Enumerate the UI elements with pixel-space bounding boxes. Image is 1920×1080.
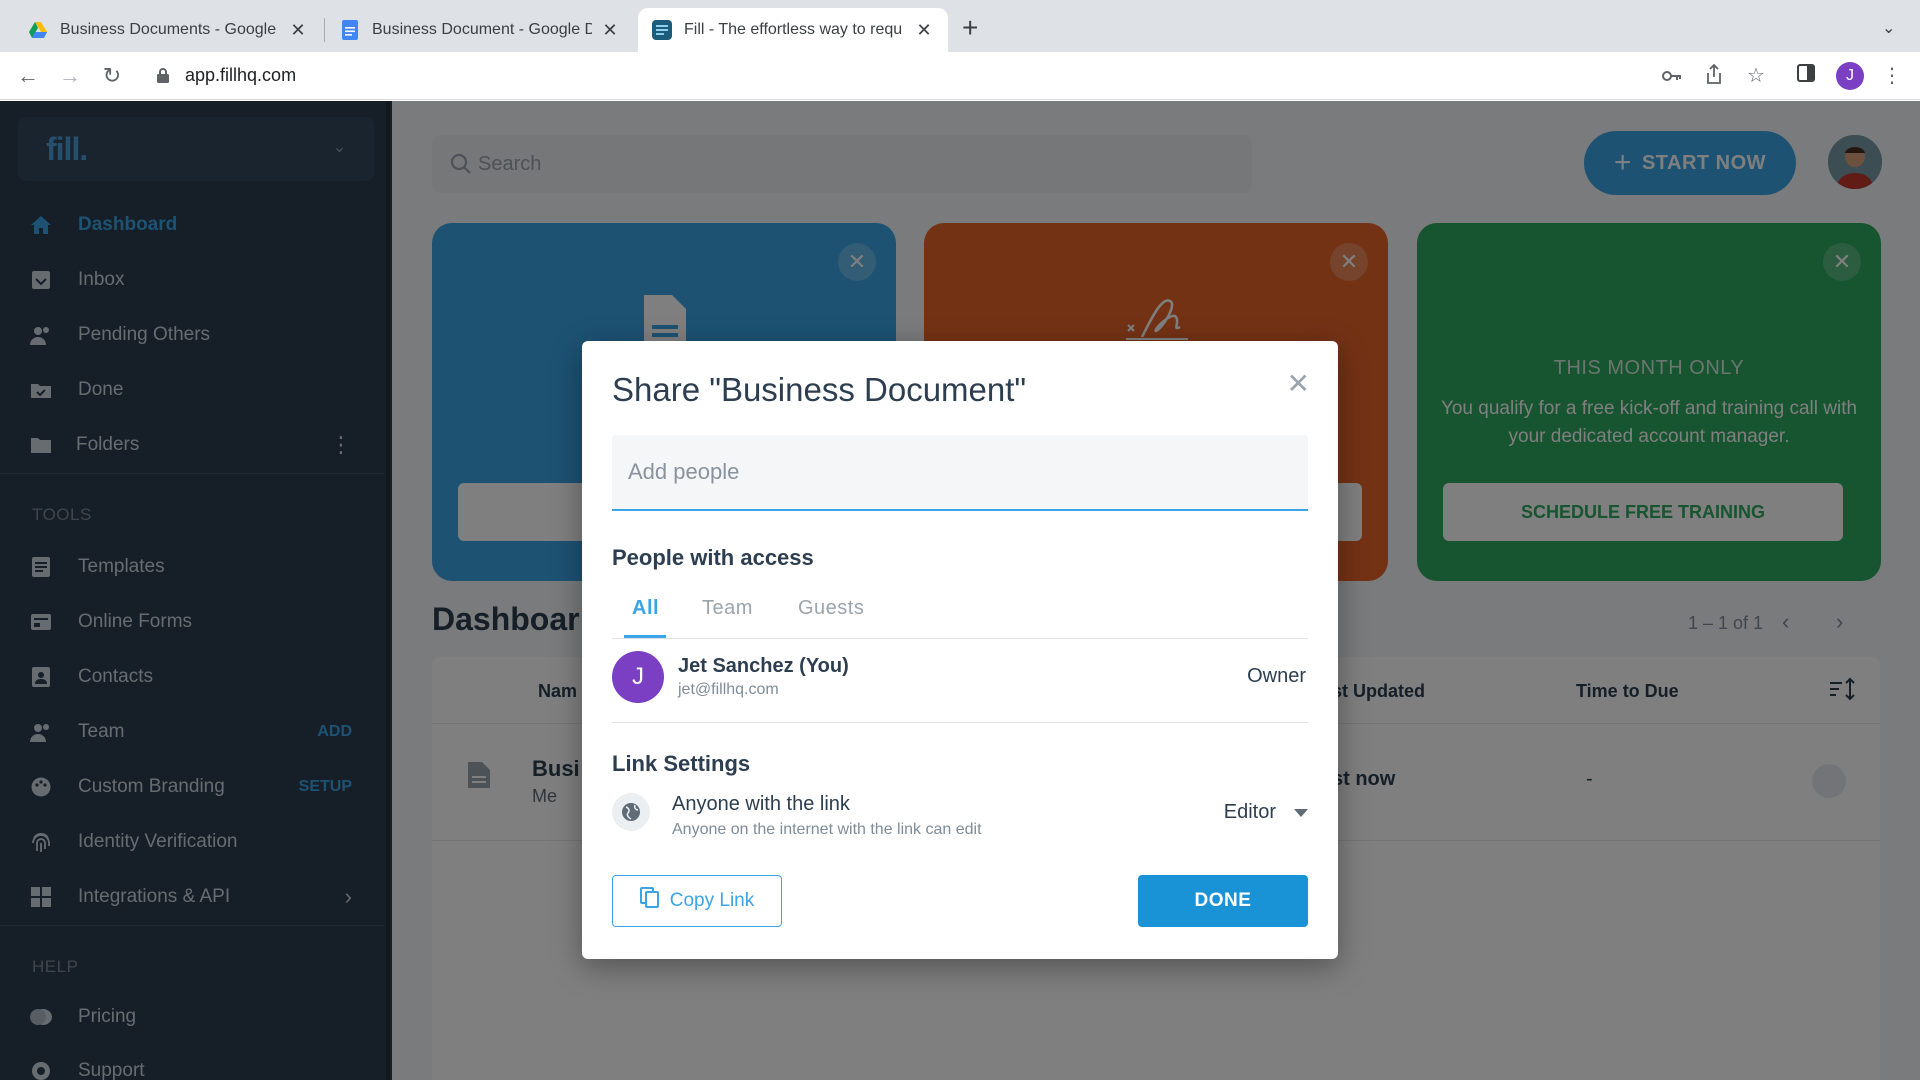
link-access-description: Anyone on the internet with the link can…	[672, 821, 982, 838]
google-drive-icon	[28, 20, 48, 40]
link-access-title: Anyone with the link	[672, 793, 850, 815]
side-panel-icon[interactable]	[1794, 64, 1818, 88]
browser-tab-fill[interactable]: Fill - The effortless way to requ ✕	[638, 8, 948, 52]
browser-profile-avatar[interactable]: J	[1836, 62, 1864, 90]
tab-guests[interactable]: Guests	[798, 597, 864, 620]
link-permission-select[interactable]: Editor	[1224, 801, 1308, 824]
people-with-access-heading: People with access	[612, 545, 814, 570]
add-people-input[interactable]	[612, 435, 1308, 509]
globe-icon	[612, 793, 650, 831]
tab-team[interactable]: Team	[702, 597, 753, 620]
url-field[interactable]: app.fillhq.com	[185, 65, 296, 86]
close-icon[interactable]: ✕	[1287, 367, 1310, 400]
add-people-field[interactable]	[612, 435, 1308, 511]
caret-down-icon	[1294, 808, 1308, 817]
address-bar: ← → ↻ app.fillhq.com ☆ ⋮	[0, 52, 1920, 100]
tab-title: Business Documents - Google	[60, 21, 277, 38]
bookmark-star-icon[interactable]: ☆	[1744, 64, 1768, 88]
link-settings-heading: Link Settings	[612, 751, 751, 776]
tab-search-chevron-icon[interactable]: ⌄	[1882, 18, 1895, 38]
person-name: Jet Sanchez (You)	[678, 655, 849, 677]
dialog-title: Share "Business Document"	[612, 371, 1027, 408]
reload-icon[interactable]: ↻	[98, 62, 126, 90]
divider	[612, 722, 1308, 723]
browser-tab-bar: Business Documents - Google ✕ Business D…	[0, 0, 1920, 52]
access-tabs: All Team Guests	[612, 591, 1308, 639]
back-icon[interactable]: ←	[14, 62, 42, 90]
browser-tab-drive[interactable]: Business Documents - Google ✕	[14, 8, 322, 52]
copy-link-label: Copy Link	[669, 890, 755, 911]
share-dialog: Share "Business Document" ✕ People with …	[582, 341, 1338, 959]
person-role: Owner	[1247, 665, 1306, 687]
tab-title: Fill - The effortless way to requ	[684, 21, 903, 38]
person-email: jet@fillhq.com	[678, 681, 779, 698]
copy-link-button[interactable]: Copy Link	[612, 875, 782, 927]
lock-icon[interactable]	[157, 68, 169, 88]
new-tab-icon[interactable]: +	[962, 14, 978, 42]
copy-icon	[639, 887, 660, 915]
browser-tab-docs[interactable]: Business Document - Google D ✕	[326, 8, 634, 52]
browser-menu-icon[interactable]: ⋮	[1880, 64, 1904, 88]
forward-icon[interactable]: →	[56, 62, 84, 90]
tab-title: Business Document - Google D	[372, 21, 592, 38]
key-icon[interactable]	[1660, 64, 1684, 88]
active-tab-indicator	[624, 635, 666, 638]
tab-separator	[324, 18, 325, 42]
done-button[interactable]: DONE	[1138, 875, 1308, 927]
fill-icon	[652, 20, 672, 40]
close-tab-icon[interactable]: ✕	[600, 20, 620, 41]
tab-all[interactable]: All	[632, 597, 659, 620]
share-icon[interactable]	[1702, 63, 1726, 88]
close-tab-icon[interactable]: ✕	[288, 20, 308, 41]
avatar: J	[612, 651, 664, 703]
google-docs-icon	[340, 20, 360, 40]
link-permission-value: Editor	[1223, 801, 1276, 823]
close-tab-icon[interactable]: ✕	[914, 20, 934, 41]
